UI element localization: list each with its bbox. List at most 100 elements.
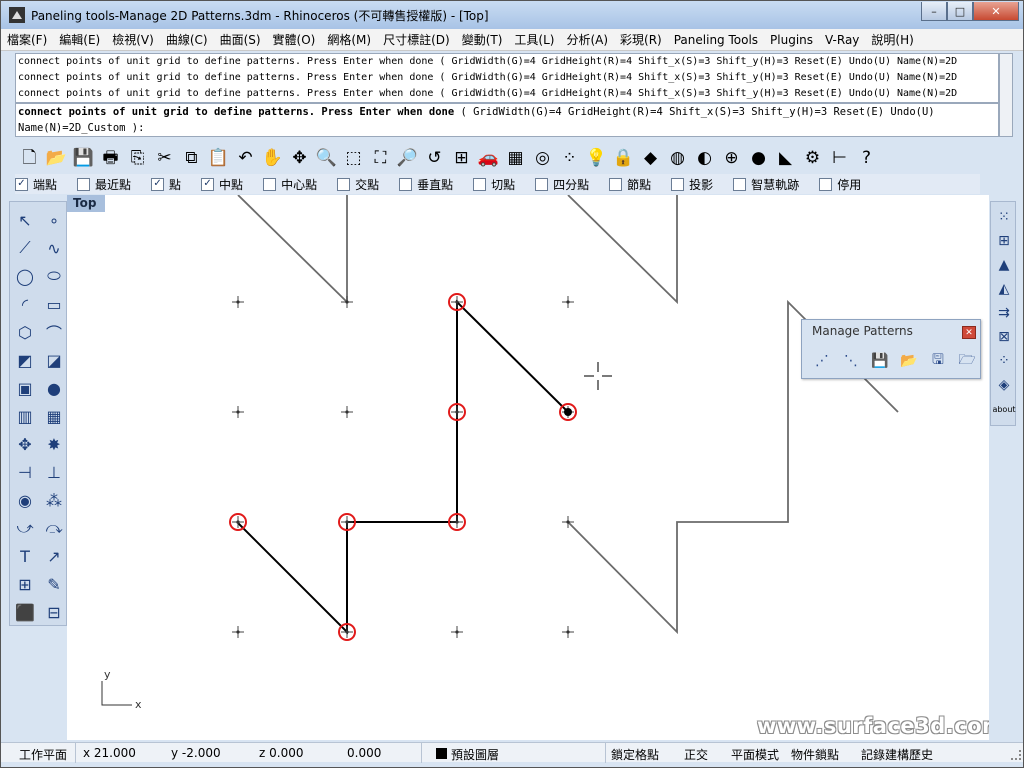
mesh-icon[interactable]: ▦ (42, 404, 66, 428)
copy-icon[interactable]: ⧉ (179, 145, 204, 171)
dimension-icon[interactable]: ⊢ (827, 145, 852, 171)
light-cone-icon[interactable]: ◣ (773, 145, 798, 171)
curve-tools-icon[interactable]: ⤻ (13, 516, 37, 540)
material-icon[interactable]: ◆ (638, 145, 663, 171)
grid-point[interactable] (562, 296, 574, 308)
zoom-window-icon[interactable]: ⬚ (341, 145, 366, 171)
osnap-option[interactable]: 中心點 (263, 176, 317, 193)
pan-hand-icon[interactable]: ✋ (260, 145, 285, 171)
polygon-icon[interactable]: ⬡ (13, 320, 37, 344)
four-viewports-icon[interactable]: ⊞ (449, 145, 474, 171)
status-cplane[interactable]: 工作平面 (19, 746, 67, 763)
status-snap-toggle[interactable]: 鎖定格點 (611, 746, 659, 763)
transform-icon[interactable]: ✥ (13, 432, 37, 456)
pattern-grid-icon[interactable]: ⋱ (839, 350, 863, 372)
grid-point[interactable] (562, 626, 574, 638)
osnap-checkbox[interactable] (535, 177, 549, 191)
osnap-option[interactable]: 垂直點 (399, 176, 453, 193)
menu-item[interactable]: 實體(O) (267, 31, 322, 48)
surface-corner-icon[interactable]: ◩ (13, 348, 37, 372)
car-icon[interactable]: 🚗 (476, 145, 501, 171)
grid-point[interactable] (232, 296, 244, 308)
status-ortho-toggle[interactable]: 正交 (684, 746, 708, 763)
command-line[interactable]: connect points of unit grid to define pa… (15, 103, 999, 137)
osnap-option[interactable]: 交點 (337, 176, 379, 193)
osnap-checkbox[interactable] (819, 177, 833, 191)
grid-point[interactable] (232, 406, 244, 418)
zoom-selected-icon[interactable]: 🔎 (395, 145, 420, 171)
osnap-checkbox[interactable]: ✓ (201, 177, 215, 191)
grid-plane-icon[interactable]: ▦ (503, 145, 528, 171)
explode-icon[interactable]: ✸ (42, 432, 66, 456)
shaded-sphere-icon[interactable]: ◐ (692, 145, 717, 171)
osnap-option[interactable]: ✓ 中點 (201, 176, 243, 193)
status-planar-toggle[interactable]: 平面模式 (731, 746, 779, 763)
osnap-checkbox[interactable] (733, 177, 747, 191)
menu-item[interactable]: 分析(A) (560, 31, 614, 48)
new-file-icon[interactable]: 🗋 (17, 145, 42, 171)
surface-edge-icon[interactable]: ◪ (42, 348, 66, 372)
osnap-checkbox[interactable] (609, 177, 623, 191)
osnap-checkbox[interactable] (671, 177, 685, 191)
wire-sphere-icon[interactable]: ⊕ (719, 145, 744, 171)
close-icon[interactable]: ✕ (962, 326, 976, 339)
paste-icon[interactable]: 📋 (206, 145, 231, 171)
array-icon[interactable]: ⊞ (13, 572, 37, 596)
menu-item[interactable]: 彩現(R) (614, 31, 668, 48)
command-options[interactable]: ( GridWidth(G)=4 GridHeight(R)=4 Shift_x… (454, 106, 935, 118)
undo-icon[interactable]: ↶ (233, 145, 258, 171)
osnap-option[interactable]: 最近點 (77, 176, 131, 193)
pattern-open-icon[interactable]: 📂 (897, 350, 921, 372)
osnap-checkbox[interactable] (77, 177, 91, 191)
osnap-checkbox[interactable] (399, 177, 413, 191)
paneling-triangle-icon[interactable]: ▲ (992, 254, 1016, 276)
pattern-lines-icon[interactable]: ⋰ (810, 350, 834, 372)
grid-point[interactable] (341, 406, 353, 418)
zoom-dynamic-icon[interactable]: 🔍 (314, 145, 339, 171)
menu-item[interactable]: 曲線(C) (160, 31, 214, 48)
dimension-tool-icon[interactable]: ↗ (42, 544, 66, 568)
paneling-shift-icon[interactable]: ⇉ (992, 302, 1016, 324)
viewport-tab-top[interactable]: Top (67, 195, 105, 212)
pattern-save-3d-icon[interactable]: 🖫 (926, 350, 950, 372)
close-button[interactable]: ✕ (973, 2, 1019, 21)
layout-icon[interactable]: ⊟ (42, 600, 66, 624)
menu-item[interactable]: 檔案(F) (1, 31, 53, 48)
pattern-save-icon[interactable]: 💾 (868, 350, 892, 372)
help-icon[interactable]: ? (854, 145, 879, 171)
osnap-option[interactable]: 停用 (819, 176, 861, 193)
sphere-icon[interactable]: ● (42, 376, 66, 400)
grid-point[interactable] (451, 626, 463, 638)
open-folder-icon[interactable]: 📂 (44, 145, 69, 171)
rectangle-icon[interactable]: ▭ (42, 292, 66, 316)
minimize-button[interactable]: – (921, 2, 947, 21)
grid-point[interactable] (232, 626, 244, 638)
blend-icon[interactable]: ⤼ (42, 516, 66, 540)
osnap-checkbox[interactable] (337, 177, 351, 191)
osnap-option[interactable]: 投影 (671, 176, 713, 193)
about-icon[interactable]: about (992, 398, 1016, 420)
menu-item[interactable]: 工具(L) (508, 31, 560, 48)
zoom-extents-icon[interactable]: ⛶ (368, 145, 393, 171)
osnap-option[interactable]: 節點 (609, 176, 651, 193)
box-icon[interactable]: ▣ (13, 376, 37, 400)
trim-icon[interactable]: ⊣ (13, 460, 37, 484)
osnap-option[interactable]: ✓ 點 (151, 176, 181, 193)
status-layer[interactable]: 預設圖層 (451, 746, 499, 763)
paneling-box-icon[interactable]: ⊠ (992, 326, 1016, 348)
pattern-open-3d-icon[interactable]: 🗁 (955, 350, 979, 372)
osnap-checkbox[interactable]: ✓ (15, 177, 28, 191)
menu-item[interactable]: Paneling Tools (668, 33, 764, 47)
layer-color-swatch[interactable] (436, 748, 447, 759)
maximize-button[interactable]: □ (947, 2, 973, 21)
text-icon[interactable]: T (13, 544, 37, 568)
menu-item[interactable]: V-Ray (819, 33, 865, 47)
lock-icon[interactable]: 🔒 (611, 145, 636, 171)
resize-grip[interactable] (1011, 750, 1021, 760)
undo-view-icon[interactable]: ↺ (422, 145, 447, 171)
top-viewport[interactable]: y x Top www.surface3d.com.tw (67, 195, 989, 740)
light-bulb-icon[interactable]: 💡 (584, 145, 609, 171)
point-icon[interactable]: ∘ (42, 208, 66, 232)
curve-icon[interactable]: ∿ (42, 236, 66, 260)
menu-item[interactable]: 說明(H) (865, 31, 919, 48)
